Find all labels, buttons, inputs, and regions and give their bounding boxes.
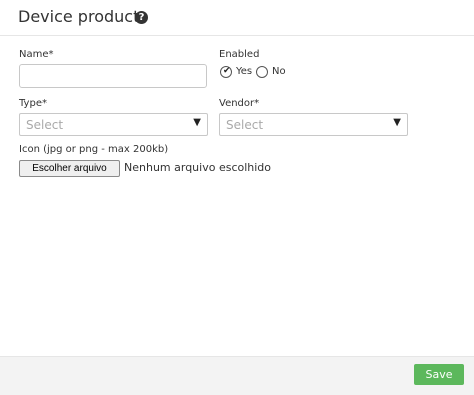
icon-label: Icon (jpg or png - max 200kb)	[19, 144, 169, 155]
type-select-value: Select	[26, 118, 64, 132]
choose-file-button[interactable]: Escolher arquivo	[19, 160, 120, 177]
file-status-text: Nenhum arquivo escolhido	[124, 161, 272, 174]
save-button[interactable]: Save	[414, 364, 464, 385]
checkmark-icon: ✔	[223, 66, 231, 76]
modal-footer	[0, 356, 474, 395]
enabled-label: Enabled	[219, 49, 260, 60]
vendor-select-value: Select	[226, 118, 264, 132]
enabled-yes-radio[interactable]: ✔	[220, 66, 232, 78]
question-circle-icon[interactable]: ?	[135, 11, 148, 24]
type-select[interactable]: Select ▼	[19, 113, 208, 136]
caret-down-icon: ▼	[393, 117, 401, 128]
vendor-select[interactable]: Select ▼	[219, 113, 408, 136]
enabled-yes-label: Yes	[236, 66, 253, 77]
name-input[interactable]	[19, 64, 207, 88]
vendor-label: Vendor*	[219, 98, 260, 109]
page-title: Device product	[18, 7, 140, 26]
enabled-no-radio[interactable]	[256, 66, 268, 78]
name-label: Name*	[19, 49, 54, 60]
type-label: Type*	[19, 98, 47, 109]
caret-down-icon: ▼	[193, 117, 201, 128]
modal-header: Device product ?	[0, 0, 474, 36]
enabled-no-label: No	[272, 66, 286, 77]
